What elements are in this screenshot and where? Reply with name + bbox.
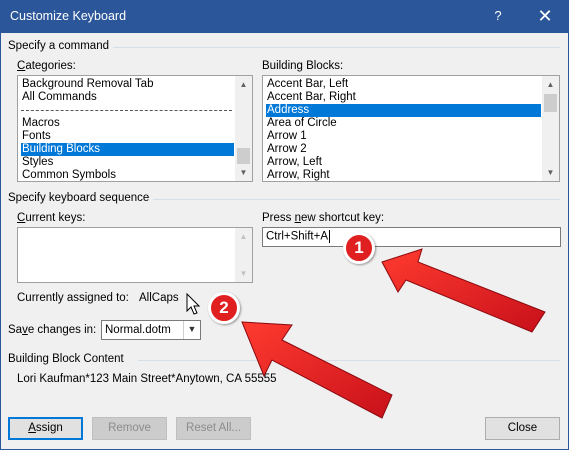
annotation-badge-1: 1 [343, 232, 375, 264]
mouse-cursor-icon [186, 292, 201, 315]
annotation-overlay [186, 248, 546, 419]
customize-keyboard-dialog: Customize Keyboard ? ✕ Specify a command… [0, 0, 569, 450]
annotation-badge-2: 2 [208, 292, 240, 324]
annotation-arrow-1 [381, 248, 546, 333]
annotation-arrow-2 [241, 321, 393, 419]
